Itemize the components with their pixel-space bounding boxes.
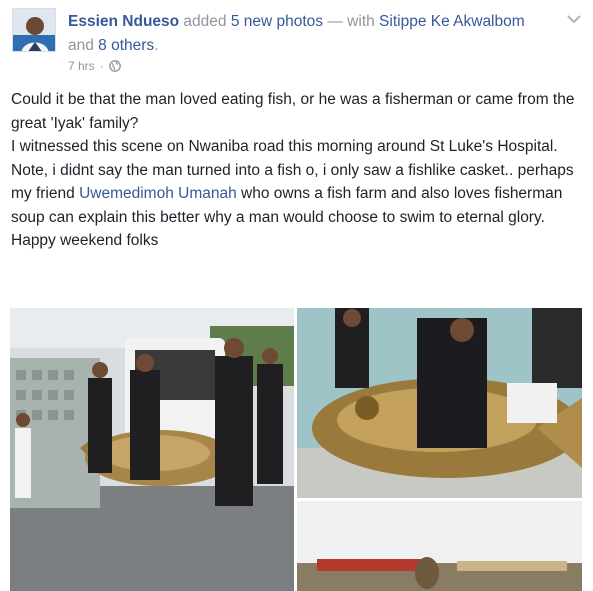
post-paragraph-2: I witnessed this scene on Nwaniba road t… (11, 138, 558, 155)
post-paragraph-3: Note, i didnt say the man turned into a … (11, 159, 583, 230)
and-text: and (68, 37, 99, 54)
tagged-person-link[interactable]: Sitippe Ke Akwalbom (379, 13, 525, 30)
post-paragraph-1: Could it be that the man loved eating fi… (11, 91, 575, 132)
author-name[interactable]: Essien Ndueso (68, 13, 179, 30)
avatar[interactable] (12, 8, 56, 52)
meta-separator: · (99, 59, 104, 73)
others-link[interactable]: 8 others (98, 37, 154, 54)
photo-street-casket[interactable] (10, 308, 294, 591)
photo-street-scene[interactable] (297, 501, 582, 591)
globe-icon[interactable] (108, 60, 121, 72)
post-header: Essien Ndueso added 5 new photos — with … (12, 6, 582, 76)
with-text: — with (323, 13, 380, 30)
action-prefix: added (179, 13, 231, 30)
chevron-down-icon[interactable] (566, 12, 582, 24)
post-paragraph-4: Happy weekend folks (11, 232, 159, 249)
post-meta: 7 hrs · (68, 59, 121, 73)
timestamp[interactable]: 7 hrs (68, 59, 95, 73)
post-header-text: Essien Ndueso added 5 new photos — with … (68, 10, 568, 58)
photo-grid (10, 308, 582, 591)
photo-fish-casket-closeup[interactable] (297, 308, 582, 498)
photos-link[interactable]: 5 new photos (231, 13, 323, 30)
mention-link[interactable]: Uwemedimoh Umanah (79, 185, 237, 202)
post-body: Could it be that the man loved eating fi… (11, 88, 583, 253)
header-period: . (154, 37, 159, 54)
